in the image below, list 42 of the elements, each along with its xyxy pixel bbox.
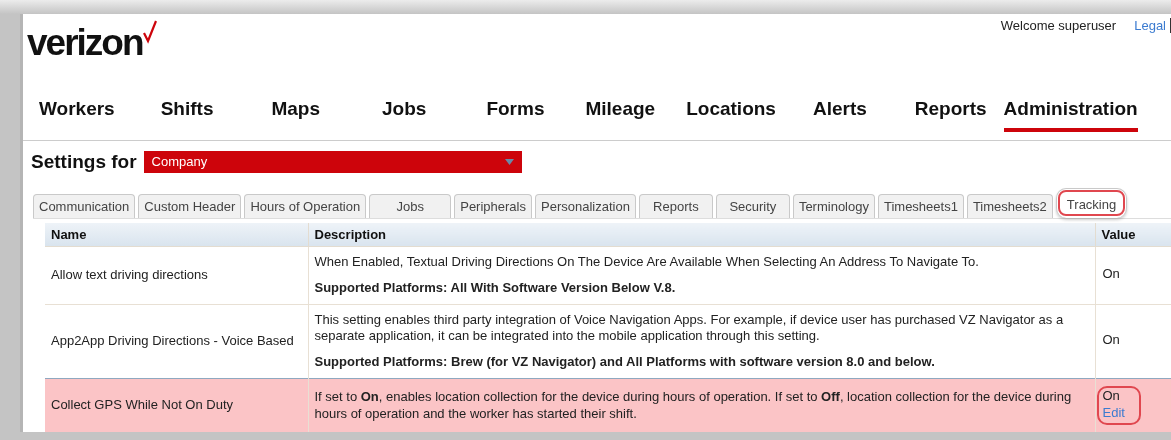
settings-tab[interactable]: Hours of Operation <box>244 193 367 218</box>
setting-description: This setting enables third party integration of Voice Navigation Apps. For example, if device user has purchased VZ Navigator as a separate application, it can be integrated into the mobile application through this setting. <box>314 311 1065 346</box>
caret-icon <box>504 158 514 165</box>
setting-value: On <box>1102 266 1120 284</box>
column-header: Description <box>308 222 1095 247</box>
settings-tab[interactable]: Peripherals <box>454 193 532 218</box>
company-select[interactable]: Company <box>143 150 522 173</box>
nav-tab[interactable]: Jobs <box>382 98 427 132</box>
checkmark-icon <box>142 20 157 44</box>
settings-row[interactable] <box>45 378 1171 432</box>
settings-tab[interactable]: Custom Header <box>138 193 242 218</box>
settings-tab[interactable]: Jobs <box>369 193 452 218</box>
setting-description: Supported Platforms: Brew (for VZ Navigator) and All Platforms with software version 8.0 and below. <box>314 354 936 372</box>
verizon-logo: verizon <box>27 22 157 64</box>
settings-tab[interactable]: Tracking <box>1055 187 1128 218</box>
column-header: Value <box>1095 222 1171 247</box>
settings-tab[interactable]: Timesheets2 <box>966 193 1053 218</box>
setting-name: Collect GPS While Not On Duty <box>45 378 308 432</box>
nav-tab[interactable]: Administration <box>1003 98 1138 132</box>
setting-description: Supported Platforms: All With Software Version Below V.8. <box>314 279 677 297</box>
settings-tab[interactable]: Reports <box>638 193 713 218</box>
settings-tab[interactable]: Security <box>715 193 790 218</box>
settings-tab[interactable]: Personalization <box>535 193 636 218</box>
settings-label: Settings for <box>31 150 137 173</box>
welcome-text: Welcome superuser <box>1000 18 1117 33</box>
nav-tab[interactable]: Maps <box>271 98 321 132</box>
nav-tab[interactable]: Workers <box>39 98 115 132</box>
settings-tab[interactable]: Communication <box>33 193 136 218</box>
nav-tab[interactable]: Alerts <box>812 98 867 132</box>
settings-tab[interactable]: Timesheets1 <box>877 193 964 218</box>
nav-tab[interactable]: Locations <box>686 98 776 132</box>
column-header: Name <box>45 222 308 247</box>
settings-tab[interactable]: Terminology <box>792 193 875 218</box>
nav-tab[interactable]: Reports <box>914 98 987 132</box>
setting-description: When Enabled, Textual Driving Directions On The Device Are Available When Selecting An Address To Navigate To. <box>314 253 980 271</box>
nav-tab[interactable]: Shifts <box>160 98 214 132</box>
setting-description: If set to On, enables location collection for the device during hours of operation. If set to Off, location collection for the device during hours of operation and the worker has started their shift. <box>314 388 1073 423</box>
legal-link[interactable]: Legal <box>1134 18 1171 33</box>
setting-value: On <box>1102 332 1120 350</box>
setting-value: On <box>1102 388 1121 406</box>
nav-tab[interactable]: Forms <box>486 98 545 132</box>
nav-tab[interactable]: Mileage <box>585 98 656 132</box>
